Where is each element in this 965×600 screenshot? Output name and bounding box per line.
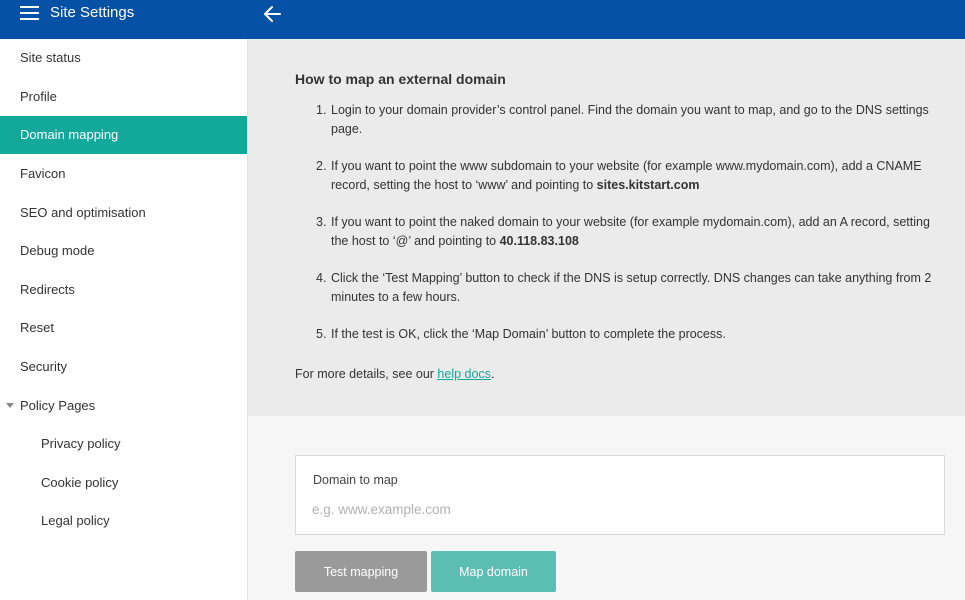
- test-mapping-button[interactable]: Test mapping: [295, 551, 427, 592]
- help-docs-link[interactable]: help docs: [437, 367, 491, 381]
- sidebar-item-cookie-policy[interactable]: Cookie policy: [0, 464, 247, 502]
- instruction-step: 1. Login to your domain provider’s contro…: [316, 103, 929, 136]
- sidebar-item-domain-mapping[interactable]: Domain mapping: [0, 116, 247, 154]
- menu-icon[interactable]: [20, 6, 39, 20]
- settings-sidebar: Site status Profile Domain mapping Favic…: [0, 39, 248, 600]
- cname-target: sites.kitstart.com: [596, 178, 700, 192]
- instruction-step: 5. If the test is OK, click the ‘Map Doma…: [316, 327, 726, 341]
- map-domain-button[interactable]: Map domain: [431, 551, 556, 592]
- sidebar-item-debug-mode[interactable]: Debug mode: [0, 232, 247, 270]
- caret-down-icon: [6, 403, 14, 408]
- arrow-left-icon[interactable]: [262, 5, 282, 23]
- app-title: Site Settings: [50, 4, 135, 21]
- top-app-bar: Site Settings: [0, 0, 965, 39]
- more-details-text: For more details, see our help docs.: [295, 367, 495, 381]
- domain-field-label: Domain to map: [313, 473, 398, 487]
- instruction-step: 2. If you want to point the www subdomain…: [316, 159, 922, 192]
- sidebar-item-site-status[interactable]: Site status: [0, 39, 247, 77]
- instruction-step: 4. Click the ‘Test Mapping’ button to che…: [316, 271, 932, 304]
- instructions-panel: How to map an external domain 1. Login to…: [248, 39, 965, 416]
- sidebar-item-seo[interactable]: SEO and optimisation: [0, 194, 247, 232]
- sidebar-item-redirects[interactable]: Redirects: [0, 271, 247, 309]
- sidebar-item-reset[interactable]: Reset: [0, 309, 247, 347]
- domain-field: Domain to map: [295, 455, 945, 535]
- main-content: How to map an external domain 1. Login to…: [248, 39, 965, 600]
- instruction-steps: 1. Login to your domain provider’s contro…: [295, 101, 945, 362]
- sidebar-item-security[interactable]: Security: [0, 348, 247, 386]
- instructions-title: How to map an external domain: [295, 71, 506, 87]
- sidebar-item-profile[interactable]: Profile: [0, 78, 247, 116]
- sidebar-item-policy-pages[interactable]: Policy Pages: [0, 387, 247, 425]
- instruction-step: 3. If you want to point the naked domain …: [316, 215, 930, 248]
- sidebar-item-privacy-policy[interactable]: Privacy policy: [0, 425, 247, 463]
- domain-input[interactable]: [312, 498, 927, 520]
- a-record-ip: 40.118.83.108: [499, 234, 579, 248]
- sidebar-item-legal-policy[interactable]: Legal policy: [0, 502, 247, 540]
- sidebar-item-favicon[interactable]: Favicon: [0, 155, 247, 193]
- sidebar-item-label: Policy Pages: [20, 398, 96, 413]
